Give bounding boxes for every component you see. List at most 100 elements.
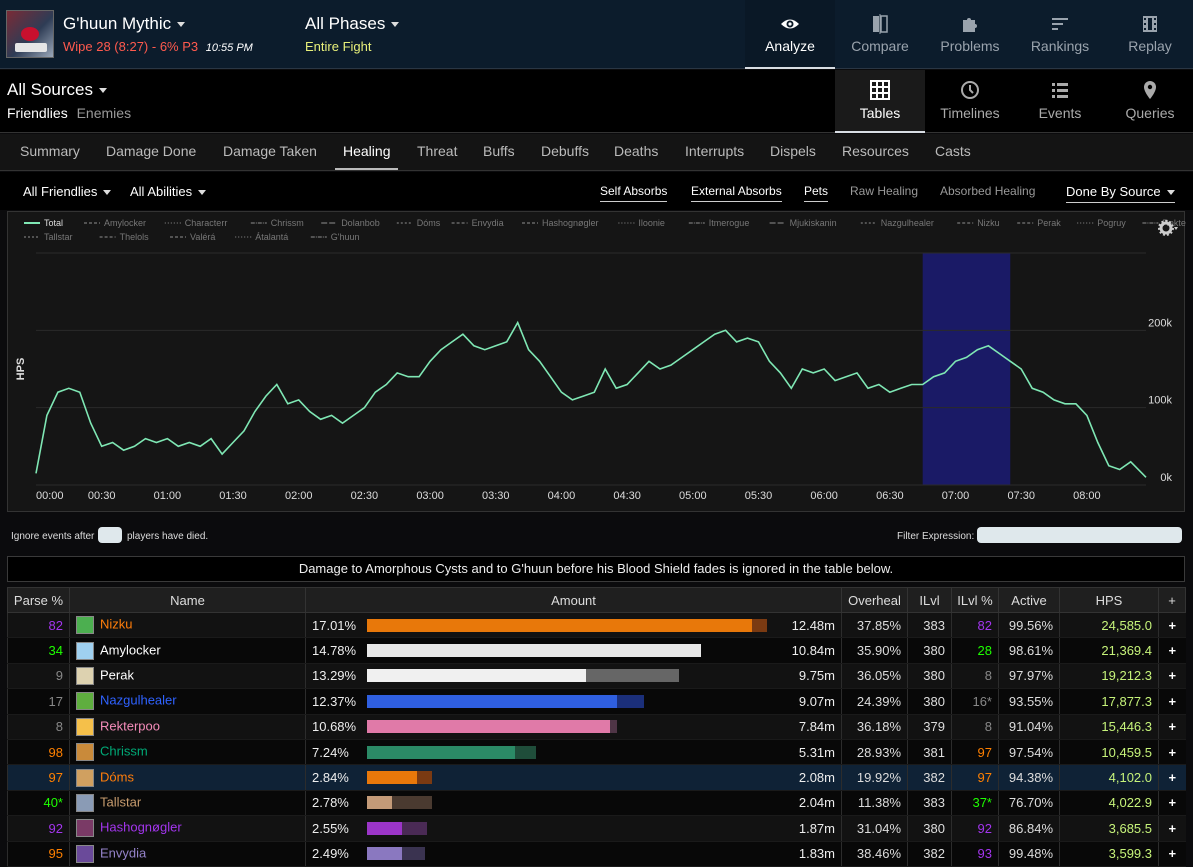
legend-item[interactable]: Iloonie xyxy=(638,218,665,228)
tab-summary[interactable]: Summary xyxy=(20,143,80,159)
player-cell[interactable]: Nizku xyxy=(69,612,306,639)
tab-interrupts[interactable]: Interrupts xyxy=(685,143,744,159)
view-tables[interactable]: Tables xyxy=(835,70,925,133)
legend-item[interactable]: Amylocker xyxy=(104,218,146,228)
col-hps[interactable]: HPS xyxy=(1059,587,1159,613)
row-expand-button[interactable]: + xyxy=(1158,714,1186,740)
legend-item[interactable]: Total xyxy=(44,218,63,228)
view-queries[interactable]: Queries xyxy=(1105,70,1193,133)
player-cell[interactable]: Tallstar xyxy=(69,790,306,817)
tab-resources[interactable]: Resources xyxy=(842,143,909,159)
legend-item[interactable]: Valérá xyxy=(190,232,215,242)
tab-debuffs[interactable]: Debuffs xyxy=(541,143,589,159)
player-name[interactable]: Tallstar xyxy=(100,794,141,809)
tab-damage-taken[interactable]: Damage Taken xyxy=(223,143,317,159)
legend-item[interactable]: G'huun xyxy=(331,232,360,242)
view-events[interactable]: Events xyxy=(1015,70,1105,133)
row-expand-button[interactable]: + xyxy=(1158,688,1186,715)
nav-replay[interactable]: Replay xyxy=(1105,0,1193,69)
legend-item[interactable]: Itmerogue xyxy=(709,218,750,228)
table-row[interactable]: 92 Hashognøgler 2.55% 1.87m 31.04% 380 92 86.84… xyxy=(7,815,1186,842)
legend-item[interactable]: Envydia xyxy=(472,218,504,228)
col-amount[interactable]: Amount xyxy=(305,587,842,613)
legend-item[interactable]: Pogruy xyxy=(1097,218,1126,228)
player-cell[interactable]: Envydia xyxy=(69,841,306,867)
legend-item[interactable]: Átalantá xyxy=(255,232,288,242)
legend-item[interactable]: Thelols xyxy=(120,232,150,242)
friendlies-link[interactable]: Friendlies xyxy=(7,105,68,121)
table-row[interactable]: 8 Rekterpoo 10.68% 7.84m 36.18% 379 8 91.04% 15,… xyxy=(7,714,1186,740)
player-name[interactable]: Nazgulhealer xyxy=(100,693,177,708)
external-absorbs-toggle[interactable]: External Absorbs xyxy=(691,184,782,202)
player-name[interactable]: Dóms xyxy=(100,769,134,784)
row-expand-button[interactable]: + xyxy=(1158,815,1186,842)
row-expand-button[interactable]: + xyxy=(1158,764,1186,791)
legend-item[interactable]: Nizku xyxy=(977,218,1000,228)
row-expand-button[interactable]: + xyxy=(1158,739,1186,766)
legend-item[interactable]: Hashognøgler xyxy=(542,218,599,228)
ignore-deaths-input[interactable] xyxy=(98,527,122,543)
player-cell[interactable]: Amylocker xyxy=(69,637,306,664)
player-cell[interactable]: Rekterpoo xyxy=(69,714,306,740)
col-ilvl-pct[interactable]: ILvl % xyxy=(951,587,999,613)
col-ilvl[interactable]: ILvl xyxy=(907,587,952,613)
nav-analyze[interactable]: Analyze xyxy=(745,0,835,69)
col-overheal[interactable]: Overheal xyxy=(841,587,908,613)
row-expand-button[interactable]: + xyxy=(1158,637,1186,664)
table-row[interactable]: 98 Chrissm 7.24% 5.31m 28.93% 381 97 97.54% 10,4… xyxy=(7,739,1186,766)
table-row[interactable]: 40* Tallstar 2.78% 2.04m 11.38% 383 37* 76.70% 4… xyxy=(7,790,1186,817)
col-name[interactable]: Name xyxy=(69,587,306,613)
table-row[interactable]: 17 Nazgulhealer 12.37% 9.07m 24.39% 380 16* 93.… xyxy=(7,688,1186,715)
player-name[interactable]: Hashognøgler xyxy=(100,820,182,835)
player-cell[interactable]: Hashognøgler xyxy=(69,815,306,842)
raw-healing-toggle[interactable]: Raw Healing xyxy=(850,184,918,198)
enemies-link[interactable]: Enemies xyxy=(77,105,131,121)
player-cell[interactable]: Chrissm xyxy=(69,739,306,766)
player-name[interactable]: Envydia xyxy=(100,845,146,860)
legend-item[interactable]: Mjukiskanin xyxy=(790,218,837,228)
tab-deaths[interactable]: Deaths xyxy=(614,143,658,159)
player-cell[interactable]: Nazgulhealer xyxy=(69,688,306,715)
nav-problems[interactable]: Problems xyxy=(925,0,1015,69)
tab-damage-done[interactable]: Damage Done xyxy=(106,143,196,159)
table-row[interactable]: 95 Envydia 2.49% 1.83m 38.46% 382 93 99.48% 3,59… xyxy=(7,841,1186,867)
legend-item[interactable]: Dóms xyxy=(417,218,441,228)
pets-toggle[interactable]: Pets xyxy=(804,184,829,202)
row-expand-button[interactable]: + xyxy=(1158,663,1186,690)
tab-healing[interactable]: Healing xyxy=(343,143,390,159)
player-name[interactable]: Amylocker xyxy=(100,642,161,657)
legend-item[interactable]: Characterr xyxy=(185,218,228,228)
add-column-button[interactable]: + xyxy=(1158,587,1186,613)
player-name[interactable]: Chrissm xyxy=(100,744,148,759)
row-expand-button[interactable]: + xyxy=(1158,790,1186,817)
player-name[interactable]: Rekterpoo xyxy=(100,718,160,733)
table-row[interactable]: 82 Nizku 17.01% 12.48m 37.85% 383 82 99.56% 24,5… xyxy=(7,612,1186,639)
player-name[interactable]: Nizku xyxy=(100,617,133,632)
col-active[interactable]: Active xyxy=(998,587,1060,613)
legend-item[interactable]: Dolanbob xyxy=(341,218,380,228)
tab-dispels[interactable]: Dispels xyxy=(770,143,816,159)
player-name[interactable]: Perak xyxy=(100,667,134,682)
absorbed-healing-toggle[interactable]: Absorbed Healing xyxy=(940,184,1035,198)
table-row[interactable]: 97 Dóms 2.84% 2.08m 19.92% 382 97 94.38% 4,102.0… xyxy=(7,764,1186,791)
legend-item[interactable]: Perak xyxy=(1037,218,1061,228)
view-timelines[interactable]: Timelines xyxy=(925,70,1015,133)
self-absorbs-toggle[interactable]: Self Absorbs xyxy=(600,184,668,202)
phase-selector[interactable]: All Phases xyxy=(305,14,400,34)
filter-expression-input[interactable] xyxy=(977,527,1182,543)
nav-rankings[interactable]: Rankings xyxy=(1015,0,1105,69)
abilities-filter[interactable]: All Abilities xyxy=(130,184,207,199)
player-cell[interactable]: Perak xyxy=(69,663,306,690)
col-parse[interactable]: Parse % xyxy=(7,587,70,613)
player-cell[interactable]: Dóms xyxy=(69,764,306,791)
tab-casts[interactable]: Casts xyxy=(935,143,971,159)
legend-item[interactable]: Nazgulhealer xyxy=(881,218,934,228)
legend-item[interactable]: Tallstar xyxy=(44,232,73,242)
row-expand-button[interactable]: + xyxy=(1158,841,1186,867)
legend-item[interactable]: Chrissm xyxy=(271,218,304,228)
table-row[interactable]: 9 Perak 13.29% 9.75m 36.05% 380 8 97.97% 19,212.… xyxy=(7,663,1186,690)
row-expand-button[interactable]: + xyxy=(1158,612,1186,639)
friendlies-filter[interactable]: All Friendlies xyxy=(23,184,112,199)
table-row[interactable]: 34 Amylocker 14.78% 10.84m 35.90% 380 28 98.61%… xyxy=(7,637,1186,664)
tab-buffs[interactable]: Buffs xyxy=(483,143,515,159)
